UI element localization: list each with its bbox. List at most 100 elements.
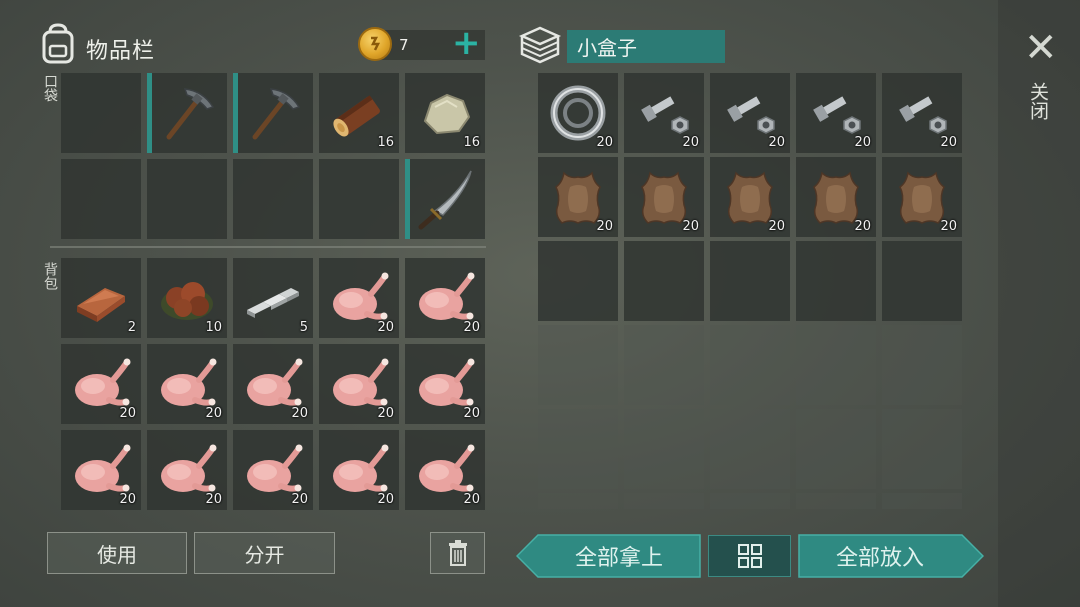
- pocket-slot[interactable]: [233, 159, 313, 239]
- backpack-slot[interactable]: 2: [61, 258, 141, 338]
- split-button[interactable]: 分开: [194, 532, 335, 574]
- close-label[interactable]: 关闭: [1027, 82, 1052, 120]
- box-slot[interactable]: 20: [538, 157, 618, 237]
- box-slot[interactable]: 20: [624, 73, 704, 153]
- box-slot[interactable]: 20: [882, 157, 962, 237]
- grid-sort-icon: [737, 544, 762, 568]
- pocket-slot[interactable]: [233, 73, 313, 153]
- box-slot[interactable]: [796, 325, 876, 405]
- box-slot[interactable]: [882, 325, 962, 405]
- box-slot[interactable]: [710, 409, 790, 489]
- box-slot[interactable]: [796, 241, 876, 321]
- use-button[interactable]: 使用: [47, 532, 187, 574]
- sort-button[interactable]: [708, 535, 791, 577]
- backpack-slot[interactable]: 10: [147, 258, 227, 338]
- item-count: 20: [854, 135, 871, 150]
- item-count: 20: [377, 320, 394, 335]
- close-icon[interactable]: ✕: [1024, 28, 1058, 68]
- backpack-slot[interactable]: 20: [405, 430, 485, 510]
- box-slot[interactable]: [882, 409, 962, 489]
- box-slot[interactable]: [538, 493, 618, 509]
- add-coins-button[interactable]: +: [452, 26, 481, 60]
- box-slot[interactable]: [624, 325, 704, 405]
- backpack-label: 背包: [42, 262, 58, 290]
- box-slot[interactable]: [882, 241, 962, 321]
- backpack-slot[interactable]: 20: [319, 344, 399, 424]
- pocket-slot[interactable]: [319, 159, 399, 239]
- section-divider: [50, 246, 486, 248]
- pickaxe-icon: [166, 88, 215, 140]
- backpack-slot[interactable]: 20: [61, 344, 141, 424]
- take-all-label: 全部拿上: [574, 546, 663, 571]
- take-all-button[interactable]: 全部拿上: [516, 534, 701, 578]
- pocket-label: 口袋: [42, 74, 58, 102]
- pocket-slot[interactable]: [405, 159, 485, 239]
- backpack-slot[interactable]: 20: [61, 430, 141, 510]
- item-count: 20: [596, 219, 613, 234]
- item-count: 20: [940, 219, 957, 234]
- box-slot[interactable]: [624, 493, 704, 509]
- box-slot[interactable]: 20: [710, 157, 790, 237]
- put-all-button[interactable]: 全部放入: [798, 534, 984, 578]
- item-count: 20: [768, 135, 785, 150]
- backpack-slot[interactable]: 20: [405, 344, 485, 424]
- item-count: 20: [682, 135, 699, 150]
- item-count: 20: [463, 406, 480, 421]
- pocket-slot[interactable]: [61, 159, 141, 239]
- item-count: 20: [291, 406, 308, 421]
- box-slot[interactable]: [710, 493, 790, 509]
- box-slot[interactable]: [624, 409, 704, 489]
- box-slot[interactable]: [538, 409, 618, 489]
- box-slot[interactable]: [882, 493, 962, 509]
- durability-bar: [405, 159, 410, 239]
- backpack-slot[interactable]: 20: [319, 430, 399, 510]
- item-count: 20: [768, 219, 785, 234]
- pocket-slot[interactable]: [147, 73, 227, 153]
- item-count: 20: [377, 492, 394, 507]
- box-slot[interactable]: [538, 325, 618, 405]
- backpack-slot[interactable]: 20: [405, 258, 485, 338]
- box-slot[interactable]: 20: [538, 73, 618, 153]
- backpack-slot[interactable]: 5: [233, 258, 313, 338]
- box-slot[interactable]: [538, 241, 618, 321]
- item-count: 16: [463, 135, 480, 150]
- box-slot[interactable]: [624, 241, 704, 321]
- item-count: 10: [205, 320, 222, 335]
- item-count: 20: [291, 492, 308, 507]
- box-slot[interactable]: [796, 409, 876, 489]
- box-slot[interactable]: [710, 241, 790, 321]
- durability-bar: [147, 73, 152, 153]
- backpack-slot[interactable]: 20: [233, 344, 313, 424]
- box-slot[interactable]: 20: [882, 73, 962, 153]
- box-slot[interactable]: 20: [796, 157, 876, 237]
- item-count: 20: [463, 320, 480, 335]
- iron-bars-icon: [247, 288, 299, 318]
- pocket-slot[interactable]: [61, 73, 141, 153]
- item-count: 20: [463, 492, 480, 507]
- box-name-field[interactable]: 小盒子: [567, 30, 725, 63]
- box-slot[interactable]: 20: [710, 73, 790, 153]
- box-icon: [518, 24, 562, 64]
- backpack-slot[interactable]: 20: [233, 430, 313, 510]
- box-slot[interactable]: 20: [796, 73, 876, 153]
- coin-icon: [358, 27, 392, 61]
- box-slot[interactable]: [796, 493, 876, 509]
- durability-bar: [233, 73, 238, 153]
- backpack-slot[interactable]: 20: [147, 344, 227, 424]
- box-slot[interactable]: [710, 325, 790, 405]
- trash-icon: [448, 540, 467, 566]
- item-count: 16: [377, 135, 394, 150]
- backpack-slot[interactable]: 20: [147, 430, 227, 510]
- pocket-slot[interactable]: 16: [319, 73, 399, 153]
- item-count: 20: [596, 135, 613, 150]
- item-count: 20: [377, 406, 394, 421]
- box-slot[interactable]: 20: [624, 157, 704, 237]
- coin-count: 7: [399, 36, 409, 54]
- pocket-slot[interactable]: 16: [405, 73, 485, 153]
- backpack-slot[interactable]: 20: [319, 258, 399, 338]
- put-all-label: 全部放入: [835, 546, 924, 571]
- trash-button[interactable]: [430, 532, 485, 574]
- item-count: 2: [127, 320, 136, 335]
- item-count: 5: [299, 320, 308, 335]
- pocket-slot[interactable]: [147, 159, 227, 239]
